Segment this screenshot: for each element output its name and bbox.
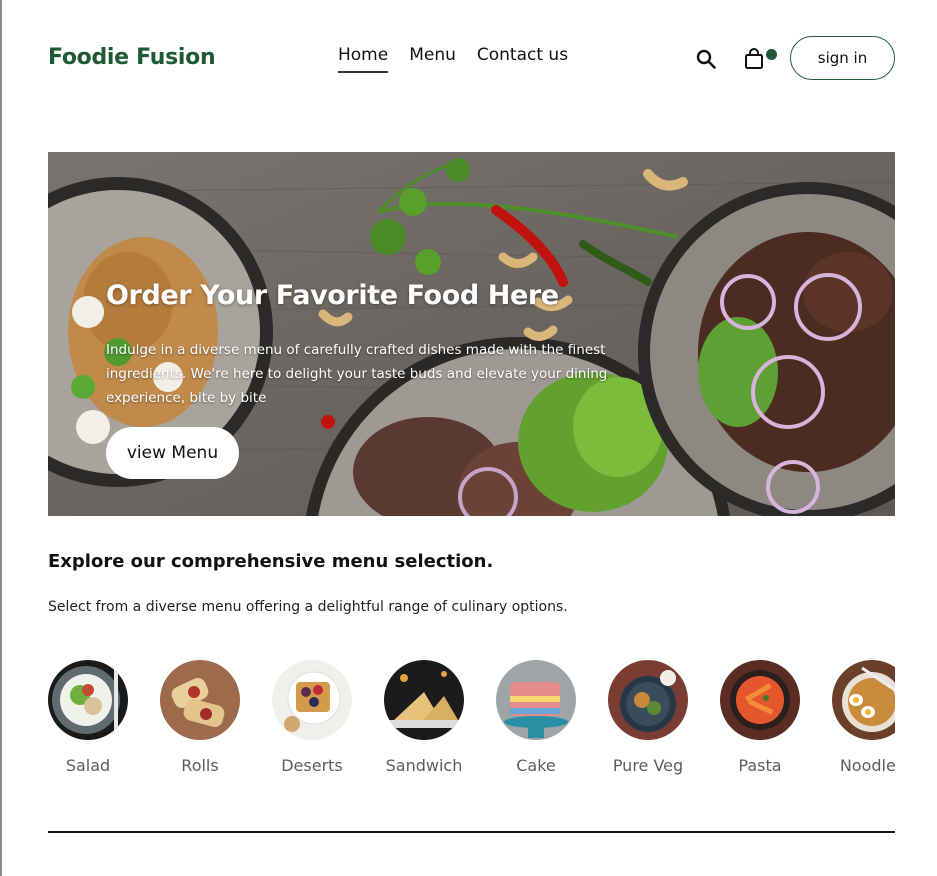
section-divider	[48, 831, 895, 833]
category-deserts[interactable]: Deserts	[272, 660, 352, 775]
category-cake[interactable]: Cake	[496, 660, 576, 775]
category-pasta[interactable]: Pasta	[720, 660, 800, 775]
rolls-image	[160, 660, 240, 740]
cart-indicator-dot	[766, 49, 777, 60]
deserts-image	[272, 660, 352, 740]
explore-menu-subtitle: Select from a diverse menu offering a de…	[48, 599, 568, 615]
category-label: Deserts	[281, 756, 343, 775]
category-label: Pure Veg	[612, 756, 684, 775]
hero-title: Order Your Favorite Food Here	[106, 280, 559, 311]
sign-in-button[interactable]: sign in	[790, 36, 895, 80]
nav-home[interactable]: Home	[338, 45, 389, 73]
category-label: Salad	[65, 756, 111, 775]
category-pure-veg[interactable]: Pure Veg	[608, 660, 688, 775]
explore-menu-title: Explore our comprehensive menu selection…	[48, 551, 494, 572]
shopping-bag-icon[interactable]	[743, 47, 765, 71]
category-label: Rolls	[181, 756, 219, 775]
search-icon[interactable]	[695, 48, 717, 70]
category-label: Sandwich	[385, 756, 463, 775]
nav-menu[interactable]: Menu	[409, 45, 456, 73]
site-logo[interactable]: Foodie Fusion	[48, 45, 216, 70]
category-label: Noodles	[839, 756, 895, 775]
salad-image	[48, 660, 128, 740]
category-salad[interactable]: Salad	[48, 660, 128, 775]
nav-contact-us[interactable]: Contact us	[477, 45, 568, 73]
sandwich-image	[384, 660, 464, 740]
hero-banner: Order Your Favorite Food Here Indulge in…	[48, 152, 895, 516]
view-menu-button[interactable]: view Menu	[106, 427, 239, 479]
window-edge	[0, 0, 2, 876]
pasta-image	[720, 660, 800, 740]
category-rolls[interactable]: Rolls	[160, 660, 240, 775]
category-noodles[interactable]: Noodles	[832, 660, 895, 775]
noodles-image	[832, 660, 895, 740]
category-sandwich[interactable]: Sandwich	[384, 660, 464, 775]
hero-description: Indulge in a diverse menu of carefully c…	[106, 342, 608, 406]
category-label: Pasta	[738, 756, 782, 775]
pure-veg-image	[608, 660, 688, 740]
main-nav: Home Menu Contact us	[338, 45, 568, 73]
category-label: Cake	[516, 756, 556, 775]
cake-image	[496, 660, 576, 740]
menu-category-list: Salad Rolls Deserts Sandwich Cake Pure V…	[48, 660, 895, 790]
